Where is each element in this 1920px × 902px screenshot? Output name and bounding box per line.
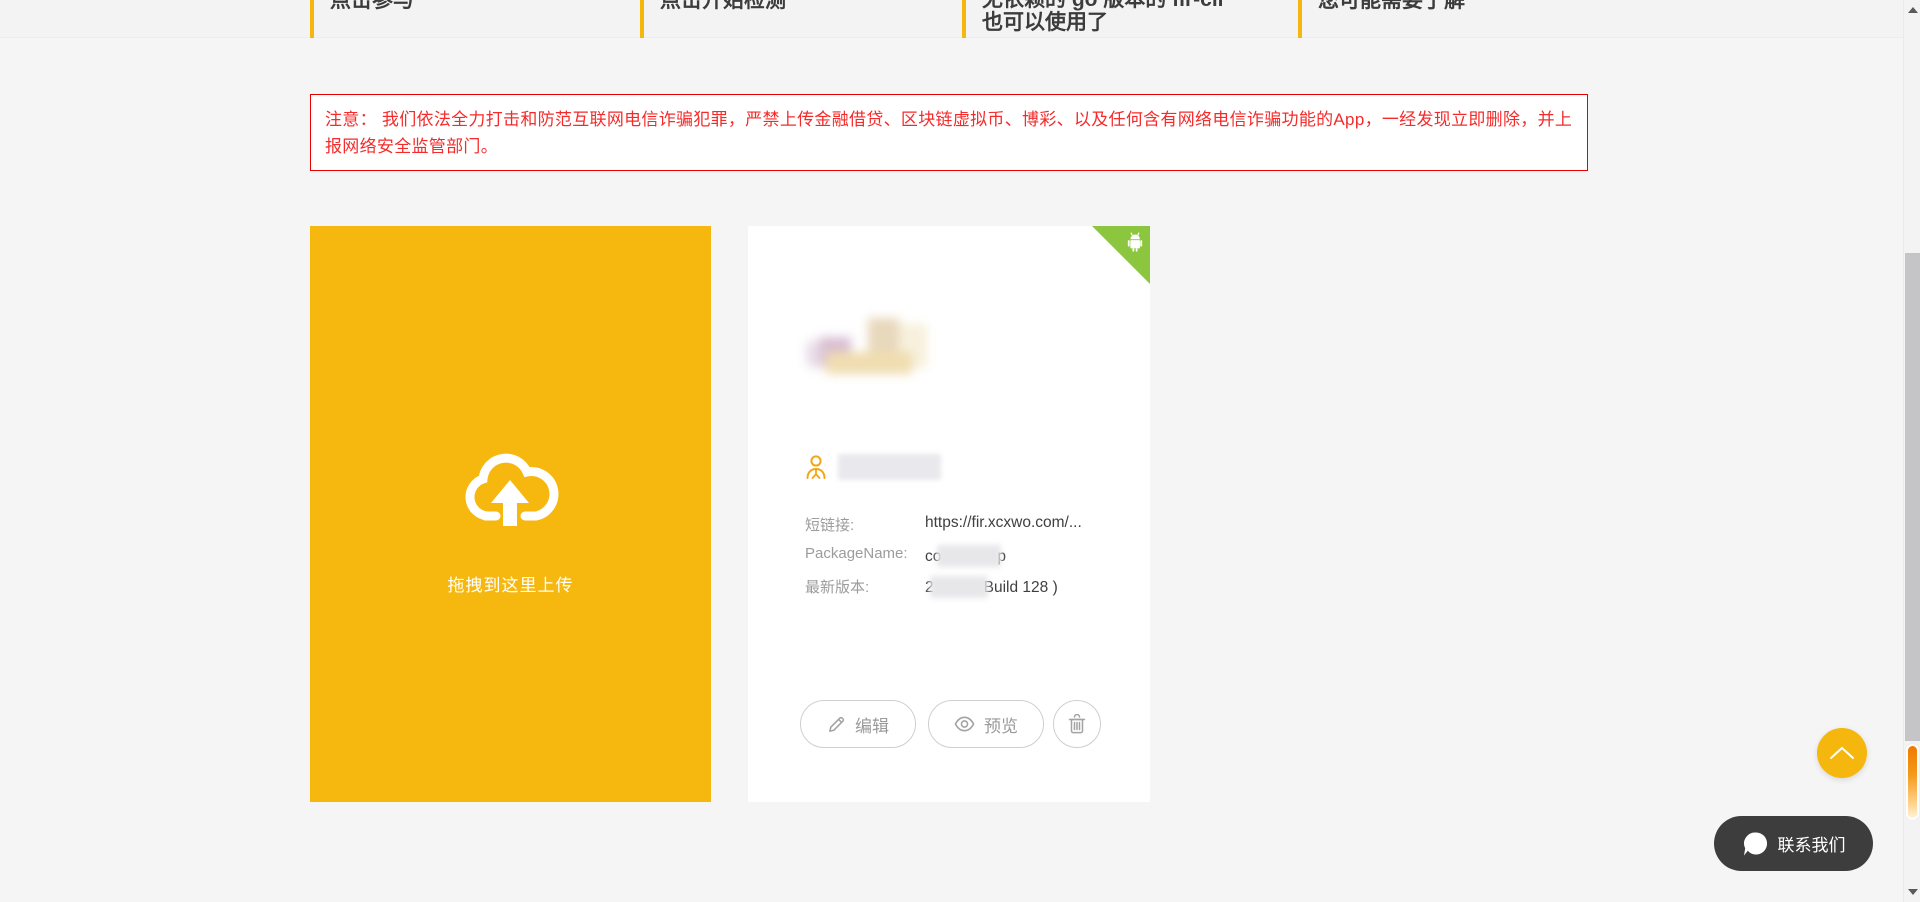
version-redacted [930,576,988,598]
scroll-down-arrow-icon[interactable] [1908,889,1918,895]
cloud-upload-icon [455,442,567,534]
field-short-link: 短链接: https://fir.xcxwo.com/... [805,514,1115,535]
anti-fraud-warning-banner: 注意： 我们依法全力打击和防范互联网电信诈骗犯罪，严禁上传金融借贷、区块链虚拟币… [310,94,1588,171]
back-to-top-button[interactable] [1817,728,1867,778]
contact-us-label: 联系我们 [1778,831,1846,856]
package-name-redacted [937,545,1001,567]
package-name-value: cop [925,545,1006,567]
field-package-name: PackageName: cop [805,545,1115,567]
contact-us-button[interactable]: 联系我们 [1714,816,1873,871]
orange-scroll-indicator [1905,743,1920,821]
android-platform-badge [1092,226,1150,284]
feature-item-1[interactable]: 点击参与 [310,0,615,38]
feature-item-4[interactable]: 您可能需要了解 [1298,0,1603,38]
preview-button[interactable]: 预览 [928,700,1044,748]
delete-button[interactable] [1053,700,1101,748]
edit-button-label: 编辑 [855,712,889,737]
feature-item-3[interactable]: 无依赖的 go 版本的 fir-cli 也可以使用了 [962,0,1267,38]
feature-title: 点击开始检测 [660,0,945,12]
field-label: PackageName: [805,545,925,567]
android-icon [1124,230,1146,254]
top-feature-strip: 点击参与 点击开始检测 无依赖的 go 版本的 fir-cli 也可以使用了 您… [0,0,1920,38]
scroll-up-arrow-icon[interactable] [1908,7,1918,13]
app-logo-redacted [806,312,928,376]
feature-title: 您可能需要了解 [1318,0,1603,12]
page-scrollbar[interactable] [1903,0,1920,902]
pencil-icon [827,715,846,734]
upload-drop-zone[interactable]: 拖拽到这里上传 [310,226,711,802]
app-owner-row [805,454,941,480]
edit-button[interactable]: 编辑 [800,700,916,748]
field-latest-version: 最新版本: 2Build 128 ) [805,576,1115,598]
feature-title: 点击参与 [330,0,615,12]
upload-drop-label: 拖拽到这里上传 [310,571,711,596]
field-label: 短链接: [805,514,925,535]
chevron-up-icon [1829,746,1855,760]
app-name-redacted [838,454,941,480]
chat-bubble-icon [1742,831,1768,857]
latest-version-value: 2Build 128 ) [925,576,1058,598]
eye-icon [954,716,975,732]
scrollbar-thumb[interactable] [1905,253,1920,741]
app-upload-page: { "colors": { "accent_orange": "#F5B60D"… [0,0,1920,902]
trash-icon [1068,714,1086,734]
field-label: 最新版本: [805,576,925,598]
preview-button-label: 预览 [984,712,1018,737]
person-icon [805,454,827,480]
app-card: 短链接: https://fir.xcxwo.com/... PackageNa… [748,226,1150,802]
short-link-value[interactable]: https://fir.xcxwo.com/... [925,514,1082,535]
feature-item-2[interactable]: 点击开始检测 [640,0,945,38]
feature-title: 无依赖的 go 版本的 fir-cli 也可以使用了 [982,0,1267,34]
